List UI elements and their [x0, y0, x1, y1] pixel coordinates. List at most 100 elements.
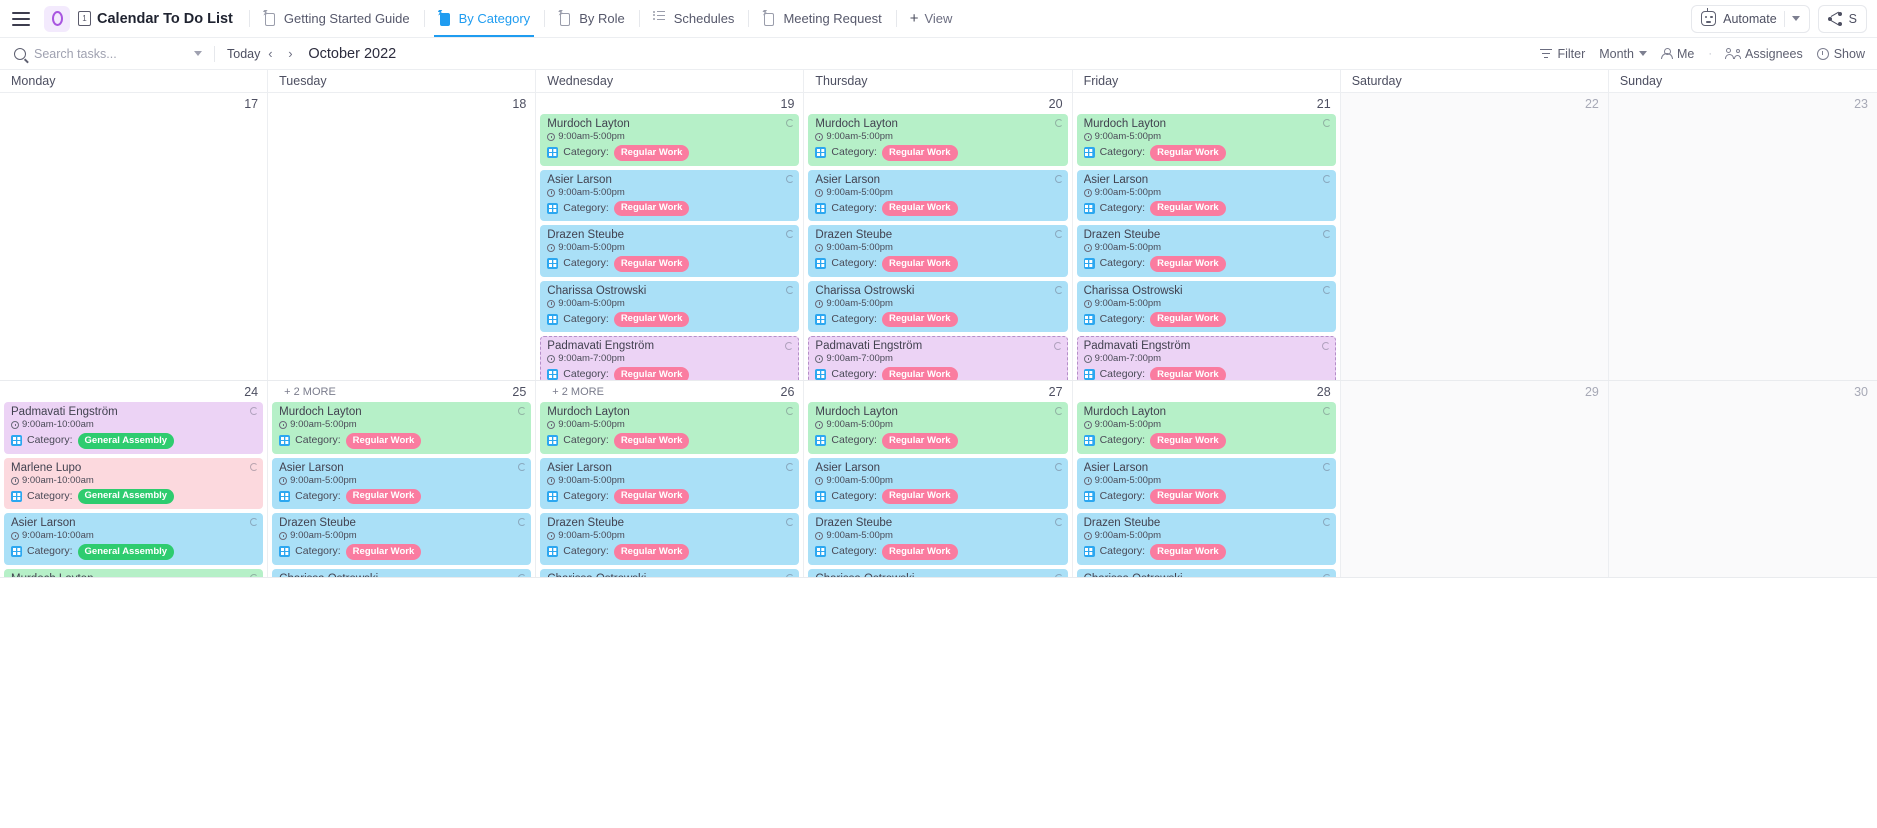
category-badge[interactable]: Regular Work: [882, 544, 958, 559]
date-number[interactable]: 17: [0, 93, 267, 114]
calendar-event-card[interactable]: Drazen Steube9:00am-5:00pmCategory:Regul…: [272, 513, 531, 565]
show-button[interactable]: Show: [1817, 47, 1865, 61]
chevron-down-icon[interactable]: [194, 51, 202, 56]
date-number[interactable]: 19: [536, 93, 803, 114]
date-number[interactable]: 30: [1609, 381, 1877, 402]
calendar-event-card[interactable]: Murdoch Layton9:00am-5:00pmCategory:Regu…: [1077, 114, 1336, 166]
day-cell-22[interactable]: 22: [1341, 93, 1609, 380]
calendar-event-card[interactable]: Asier Larson9:00am-5:00pmCategory:Regula…: [540, 170, 799, 222]
category-badge[interactable]: Regular Work: [882, 367, 958, 380]
day-cell-27[interactable]: 27Murdoch Layton9:00am-5:00pmCategory:Re…: [804, 381, 1072, 577]
category-badge[interactable]: Regular Work: [1150, 367, 1226, 380]
day-cell-29[interactable]: 29: [1341, 381, 1609, 577]
day-cell-18[interactable]: 18: [268, 93, 536, 380]
day-cell-23[interactable]: 23: [1609, 93, 1877, 380]
assignees-filter-button[interactable]: Assignees: [1726, 47, 1803, 61]
category-badge[interactable]: Regular Work: [614, 201, 690, 216]
tab-getting-started-guide[interactable]: Getting Started Guide: [249, 0, 424, 37]
day-cell-30[interactable]: 30: [1609, 381, 1877, 577]
calendar-event-card[interactable]: Charissa Ostrowski9:00am-5:00pmCategory:…: [540, 569, 799, 578]
calendar-event-card[interactable]: Asier Larson9:00am-5:00pmCategory:Regula…: [1077, 458, 1336, 510]
calendar-event-card[interactable]: Drazen Steube9:00am-5:00pmCategory:Regul…: [808, 513, 1067, 565]
category-badge[interactable]: Regular Work: [1150, 489, 1226, 504]
date-number[interactable]: 22: [1341, 93, 1608, 114]
calendar-event-card[interactable]: Padmavati Engström9:00am-7:00pmCategory:…: [540, 336, 799, 380]
day-cell-26[interactable]: + 2 MORE26Murdoch Layton9:00am-5:00pmCat…: [536, 381, 804, 577]
category-badge[interactable]: General Assembly: [78, 489, 175, 504]
category-badge[interactable]: General Assembly: [78, 433, 175, 448]
category-badge[interactable]: Regular Work: [1150, 145, 1226, 160]
category-badge[interactable]: Regular Work: [882, 489, 958, 504]
calendar-event-card[interactable]: Marlene Lupo9:00am-10:00amCategory:Gener…: [4, 458, 263, 510]
category-badge[interactable]: Regular Work: [1150, 312, 1226, 327]
add-view-button[interactable]: + View: [896, 0, 967, 37]
day-cell-20[interactable]: 20Murdoch Layton9:00am-5:00pmCategory:Re…: [804, 93, 1072, 380]
calendar-event-card[interactable]: Asier Larson9:00am-5:00pmCategory:Regula…: [272, 458, 531, 510]
tab-by-role[interactable]: By Role: [544, 0, 639, 37]
workspace-logo[interactable]: [44, 6, 70, 32]
calendar-event-card[interactable]: Drazen Steube9:00am-5:00pmCategory:Regul…: [1077, 513, 1336, 565]
document-title-group[interactable]: Calendar To Do List: [78, 11, 233, 27]
calendar-event-card[interactable]: Drazen Steube9:00am-5:00pmCategory:Regul…: [808, 225, 1067, 277]
calendar-event-card[interactable]: Asier Larson9:00am-10:00amCategory:Gener…: [4, 513, 263, 565]
calendar-event-card[interactable]: Drazen Steube9:00am-5:00pmCategory:Regul…: [540, 225, 799, 277]
calendar-event-card[interactable]: Charissa Ostrowski9:00am-5:00pmCategory:…: [1077, 569, 1336, 578]
calendar-event-card[interactable]: Asier Larson9:00am-5:00pmCategory:Regula…: [808, 170, 1067, 222]
date-number[interactable]: 24: [0, 381, 267, 402]
date-number[interactable]: 18: [268, 93, 535, 114]
calendar-event-card[interactable]: Padmavati Engström9:00am-10:00amCategory…: [4, 402, 263, 454]
show-more-events-link[interactable]: + 2 MORE: [544, 383, 604, 398]
next-month-button[interactable]: ›: [280, 44, 300, 64]
category-badge[interactable]: Regular Work: [882, 256, 958, 271]
calendar-event-card[interactable]: Drazen Steube9:00am-5:00pmCategory:Regul…: [1077, 225, 1336, 277]
category-badge[interactable]: Regular Work: [1150, 433, 1226, 448]
calendar-event-card[interactable]: Murdoch Layton9:00am-5:00pmCategory:Regu…: [272, 402, 531, 454]
prev-month-button[interactable]: ‹: [260, 44, 280, 64]
day-cell-24[interactable]: 24Padmavati Engström9:00am-10:00amCatego…: [0, 381, 268, 577]
calendar-event-card[interactable]: Charissa Ostrowski9:00am-5:00pmCategory:…: [540, 281, 799, 333]
date-number[interactable]: 21: [1073, 93, 1340, 114]
filter-button[interactable]: Filter: [1540, 47, 1585, 61]
chevron-down-icon[interactable]: [1792, 16, 1800, 21]
tab-by-category[interactable]: By Category: [424, 0, 545, 37]
category-badge[interactable]: Regular Work: [614, 544, 690, 559]
category-badge[interactable]: Regular Work: [346, 489, 422, 504]
category-badge[interactable]: Regular Work: [614, 489, 690, 504]
share-button[interactable]: S: [1818, 5, 1867, 33]
calendar-event-card[interactable]: Padmavati Engström9:00am-7:00pmCategory:…: [1077, 336, 1336, 380]
automate-button[interactable]: Automate: [1691, 5, 1810, 33]
category-badge[interactable]: Regular Work: [882, 145, 958, 160]
calendar-event-card[interactable]: Charissa Ostrowski9:00am-5:00pmCategory:…: [272, 569, 531, 578]
search-box[interactable]: [14, 47, 202, 61]
category-badge[interactable]: Regular Work: [614, 145, 690, 160]
view-mode-dropdown[interactable]: Month: [1599, 47, 1647, 61]
category-badge[interactable]: Regular Work: [882, 201, 958, 216]
calendar-event-card[interactable]: Drazen Steube9:00am-5:00pmCategory:Regul…: [540, 513, 799, 565]
day-cell-21[interactable]: 21Murdoch Layton9:00am-5:00pmCategory:Re…: [1073, 93, 1341, 380]
calendar-event-card[interactable]: Charissa Ostrowski9:00am-5:00pmCategory:…: [808, 569, 1067, 578]
category-badge[interactable]: Regular Work: [1150, 201, 1226, 216]
category-badge[interactable]: Regular Work: [1150, 256, 1226, 271]
date-number[interactable]: 20: [804, 93, 1071, 114]
date-number[interactable]: 27: [804, 381, 1071, 402]
date-number[interactable]: 23: [1609, 93, 1877, 114]
category-badge[interactable]: Regular Work: [346, 433, 422, 448]
category-badge[interactable]: Regular Work: [882, 312, 958, 327]
today-button[interactable]: Today: [227, 47, 260, 61]
calendar-event-card[interactable]: Murdoch Layton9:00am-5:00pmCategory:Regu…: [1077, 402, 1336, 454]
category-badge[interactable]: Regular Work: [882, 433, 958, 448]
calendar-event-card[interactable]: Murdoch Layton9:00am-5:00pmCategory:Regu…: [808, 402, 1067, 454]
calendar-event-card[interactable]: Charissa Ostrowski9:00am-5:00pmCategory:…: [808, 281, 1067, 333]
day-cell-17[interactable]: 17: [0, 93, 268, 380]
calendar-event-card[interactable]: Padmavati Engström9:00am-7:00pmCategory:…: [808, 336, 1067, 380]
show-more-events-link[interactable]: + 2 MORE: [276, 383, 336, 398]
category-badge[interactable]: Regular Work: [614, 433, 690, 448]
tab-schedules[interactable]: Schedules: [639, 0, 749, 37]
calendar-event-card[interactable]: Asier Larson9:00am-5:00pmCategory:Regula…: [1077, 170, 1336, 222]
category-badge[interactable]: Regular Work: [346, 544, 422, 559]
date-number[interactable]: 28: [1073, 381, 1340, 402]
calendar-event-card[interactable]: Murdoch Layton9:00am-10:00amCategory:Gen…: [4, 569, 263, 578]
tab-meeting-request[interactable]: Meeting Request: [748, 0, 895, 37]
calendar-event-card[interactable]: Murdoch Layton9:00am-5:00pmCategory:Regu…: [808, 114, 1067, 166]
day-cell-28[interactable]: 28Murdoch Layton9:00am-5:00pmCategory:Re…: [1073, 381, 1341, 577]
